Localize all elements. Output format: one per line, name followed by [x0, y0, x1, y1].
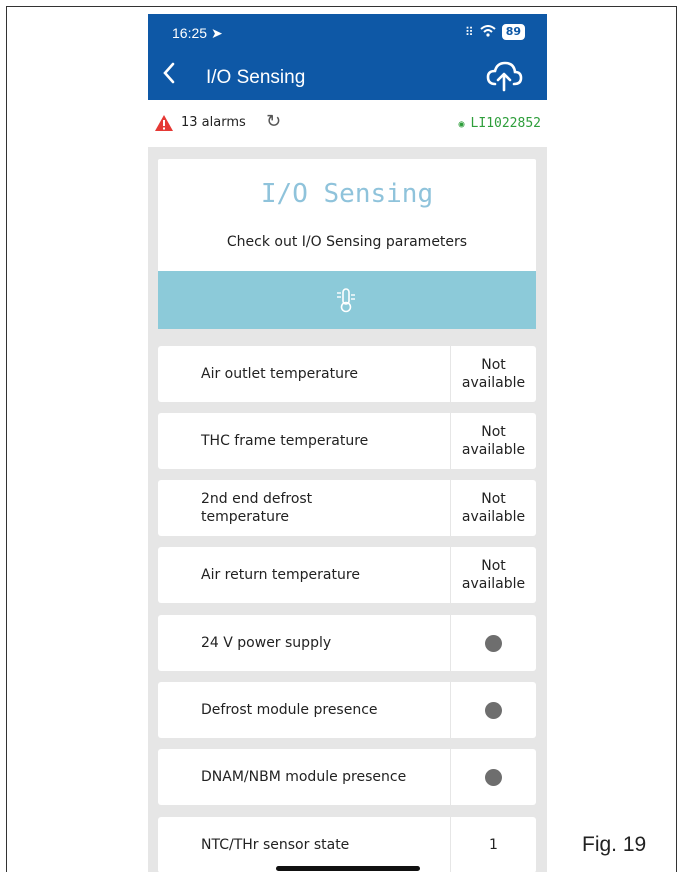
parameter-value: 1: [450, 817, 536, 872]
parameter-label: NTC/THr sensor state: [201, 837, 350, 853]
parameter-value: [450, 615, 536, 671]
parameter-label: 2nd end defrost temperature: [201, 491, 313, 525]
cloud-upload-button[interactable]: [485, 60, 523, 92]
top-nav-bar: 16:25 ➤ ⠿ 89 I/O Sensing: [148, 14, 547, 100]
section-subtitle: Check out I/O Sensing parameters: [226, 234, 468, 250]
status-time-text: 16:25: [172, 25, 208, 41]
location-arrow-icon: ➤: [210, 25, 223, 41]
section-header-card: I/O Sensing Check out I/O Sensing parame…: [158, 159, 536, 329]
parameter-label: Air return temperature: [201, 567, 360, 583]
home-indicator[interactable]: [276, 866, 420, 871]
figure-caption: Fig. 19: [582, 833, 647, 856]
status-dot-icon: [485, 701, 502, 719]
parameter-row[interactable]: 24 V power supply: [158, 615, 536, 671]
parameter-row[interactable]: NTC/THr sensor state 1: [158, 817, 536, 872]
section-title: I/O Sensing: [260, 179, 434, 209]
parameter-row[interactable]: DNAM/NBM module presence: [158, 749, 536, 805]
parameter-value: [450, 749, 536, 805]
status-dot-icon: [485, 634, 502, 652]
alarm-bar: 13 alarms ↻ ◉ LI1022852: [148, 100, 547, 147]
parameter-row[interactable]: Defrost module presence: [158, 682, 536, 738]
parameter-row[interactable]: THC frame temperature Not available: [158, 413, 536, 469]
parameter-label: 24 V power supply: [201, 635, 332, 651]
parameter-label: DNAM/NBM module presence: [201, 769, 407, 785]
parameter-value: [450, 682, 536, 738]
refresh-icon[interactable]: ↻: [266, 111, 281, 132]
page-title: I/O Sensing: [206, 67, 306, 88]
parameter-row[interactable]: Air outlet temperature Not available: [158, 346, 536, 402]
thermometer-icon: [337, 288, 355, 313]
parameter-label: Air outlet temperature: [201, 366, 359, 382]
parameter-row[interactable]: Air return temperature Not available: [158, 547, 536, 603]
device-id-text: LI1022852: [470, 116, 541, 131]
alarms-count[interactable]: 13 alarms: [181, 115, 246, 130]
parameter-value: Not available: [450, 547, 536, 603]
status-dot-icon: [485, 768, 502, 786]
cloud-upload-icon: [486, 61, 523, 92]
warning-icon: [155, 115, 173, 131]
parameter-value: Not available: [450, 413, 536, 469]
status-icons: ⠿ 89: [465, 24, 525, 40]
parameter-value: Not available: [450, 480, 536, 536]
signal-icon: ⠿: [464, 25, 474, 39]
connection-status-icon: ◉: [458, 119, 465, 130]
chevron-left-icon: [163, 62, 175, 84]
parameter-label: THC frame temperature: [201, 433, 369, 449]
parameter-row[interactable]: 2nd end defrost temperature Not availabl…: [158, 480, 536, 536]
parameter-label: Defrost module presence: [201, 702, 378, 718]
wifi-icon: [480, 24, 496, 40]
section-banner: [158, 271, 536, 329]
parameter-value: Not available: [450, 346, 536, 402]
back-button[interactable]: [162, 62, 176, 88]
battery-icon: 89: [501, 24, 525, 40]
status-time: 16:25 ➤: [172, 25, 223, 42]
device-id: ◉ LI1022852: [459, 116, 541, 131]
phone-screen: 16:25 ➤ ⠿ 89 I/O Sensing 13 alarms ↻ ◉ L…: [148, 14, 547, 872]
